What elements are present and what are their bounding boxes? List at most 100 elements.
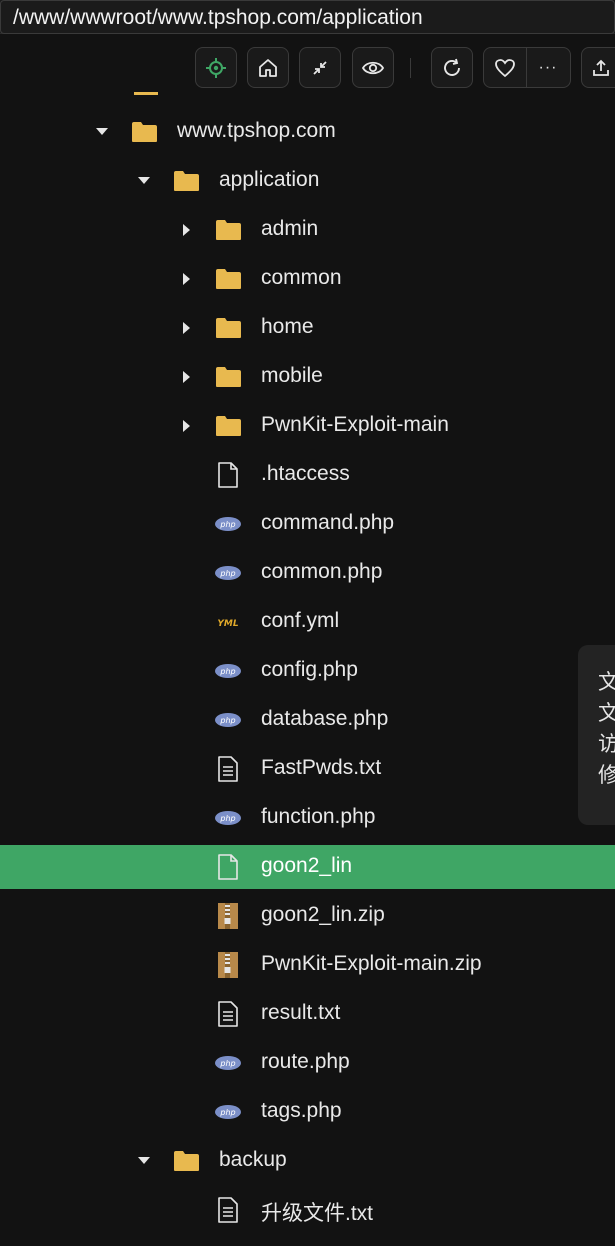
file-type-icon: [214, 315, 242, 341]
file-type-icon: [214, 462, 242, 488]
chevron-right-icon: [183, 371, 190, 383]
tree-item-label: conf.yml: [261, 609, 340, 632]
tree-file-row[interactable]: YML conf.yml: [0, 600, 615, 644]
expand-toggle[interactable]: [177, 368, 195, 386]
expand-toggle[interactable]: [177, 319, 195, 337]
tree-folder-row[interactable]: common: [0, 257, 615, 301]
tree-folder-row[interactable]: www.tpshop.com: [0, 110, 615, 154]
file-icon: [218, 854, 238, 880]
tree-item-label: route.php: [261, 1050, 350, 1073]
tree-item-label: result.txt: [261, 1001, 341, 1024]
more-icon: ···: [538, 58, 558, 76]
tree-file-row[interactable]: .htaccess: [0, 453, 615, 497]
file-type-icon: [214, 364, 242, 390]
tree-folder-row[interactable]: admin: [0, 208, 615, 252]
tree-item-label: PwnKit-Exploit-main: [261, 413, 449, 436]
toolbar-divider: [410, 58, 411, 78]
folder-icon: [131, 122, 157, 142]
tree-file-row[interactable]: FastPwds.txt: [0, 747, 615, 791]
text-file-icon: [218, 1001, 238, 1027]
tree-file-row[interactable]: 升级文件.txt: [0, 1188, 615, 1232]
path-input[interactable]: /www/wwwroot/www.tpshop.com/application: [0, 0, 615, 34]
file-type-icon: YML: [214, 609, 242, 635]
tree-file-row[interactable]: php tags.php: [0, 1090, 615, 1134]
file-type-icon: php: [214, 511, 242, 537]
tree-folder-row[interactable]: backup: [0, 1139, 615, 1183]
file-type-icon: [214, 266, 242, 292]
tree-folder-row[interactable]: PwnKit-Exploit-main: [0, 404, 615, 448]
tree-file-row[interactable]: php common.php: [0, 551, 615, 595]
svg-text:php: php: [219, 520, 235, 529]
php-file-icon: php: [215, 1056, 241, 1070]
php-file-icon: php: [215, 517, 241, 531]
chevron-down-icon: [96, 128, 108, 135]
collapse-button[interactable]: [299, 47, 341, 88]
tree-file-row[interactable]: PwnKit-Exploit-main.zip: [0, 943, 615, 987]
tree-file-row[interactable]: php route.php: [0, 1041, 615, 1085]
upload-button[interactable]: [581, 47, 615, 88]
tree-item-label: mobile: [261, 364, 323, 387]
toolbar: ···: [0, 34, 615, 92]
refresh-icon: [444, 58, 460, 76]
tree-folder-row[interactable]: application: [0, 159, 615, 203]
expand-toggle[interactable]: [135, 1152, 153, 1170]
tree-item-label: goon2_lin: [261, 854, 353, 877]
folder-icon: [215, 269, 241, 289]
folder-icon: [173, 1151, 199, 1171]
file-type-icon: php: [214, 707, 242, 733]
tree-file-row[interactable]: php database.php: [0, 698, 615, 742]
path-bar: /www/wwwroot/www.tpshop.com/application: [0, 0, 615, 34]
expand-toggle[interactable]: [135, 172, 153, 190]
php-file-icon: php: [215, 1105, 241, 1119]
tree-item-label: config.php: [261, 658, 358, 681]
php-file-icon: php: [215, 664, 241, 678]
home-button[interactable]: [247, 47, 289, 88]
info-tooltip: 文 文 访 修: [578, 645, 615, 825]
tree-folder-row[interactable]: home: [0, 306, 615, 350]
tree-item-label: home: [261, 315, 314, 338]
tree-item-label: backup: [219, 1148, 287, 1171]
zip-file-icon: [218, 903, 238, 929]
tree-file-row[interactable]: php command.php: [0, 502, 615, 546]
folder-icon: [215, 416, 241, 436]
view-button[interactable]: [352, 47, 394, 88]
expand-toggle[interactable]: [177, 270, 195, 288]
chevron-right-icon: [183, 224, 190, 236]
tree-folder-row[interactable]: mobile: [0, 355, 615, 399]
tree-file-row[interactable]: result.txt: [0, 992, 615, 1036]
tooltip-line: 访: [598, 732, 615, 756]
locate-button[interactable]: [195, 47, 237, 88]
expand-toggle[interactable]: [93, 123, 111, 141]
tree-file-row[interactable]: goon2_lin: [0, 845, 615, 889]
tree-file-row[interactable]: php function.php: [0, 796, 615, 840]
file-type-icon: php: [214, 560, 242, 586]
file-type-icon: [130, 119, 158, 145]
tree-item-label: FastPwds.txt: [261, 756, 382, 779]
tree-item-label: common: [261, 266, 342, 289]
tree-item-label: goon2_lin.zip: [261, 903, 385, 926]
tree-item-label: .htaccess: [261, 462, 350, 485]
refresh-button[interactable]: [431, 47, 473, 88]
file-icon: [218, 462, 238, 488]
folder-icon: [215, 367, 241, 387]
zip-file-icon: [218, 952, 238, 978]
tree-file-row[interactable]: goon2_lin.zip: [0, 894, 615, 938]
expand-toggle[interactable]: [177, 221, 195, 239]
svg-text:php: php: [219, 667, 235, 676]
file-tree: www.tpshop.com application admin common home…: [0, 92, 615, 1246]
tree-file-row[interactable]: php config.php: [0, 649, 615, 693]
chevron-down-icon: [138, 1157, 150, 1164]
more-button[interactable]: ···: [526, 48, 569, 87]
file-type-icon: [214, 854, 242, 880]
php-file-icon: php: [215, 811, 241, 825]
favorite-button[interactable]: [484, 48, 526, 87]
favorite-more-group: ···: [483, 47, 571, 88]
home-icon: [259, 58, 277, 77]
expand-toggle[interactable]: [177, 417, 195, 435]
tree-item-label: PwnKit-Exploit-main.zip: [261, 952, 482, 975]
tree-item-label: admin: [261, 217, 319, 240]
heart-icon: [495, 58, 515, 77]
folder-icon: [173, 171, 199, 191]
tree-item-label: tags.php: [261, 1099, 342, 1122]
file-type-icon: php: [214, 1050, 242, 1076]
